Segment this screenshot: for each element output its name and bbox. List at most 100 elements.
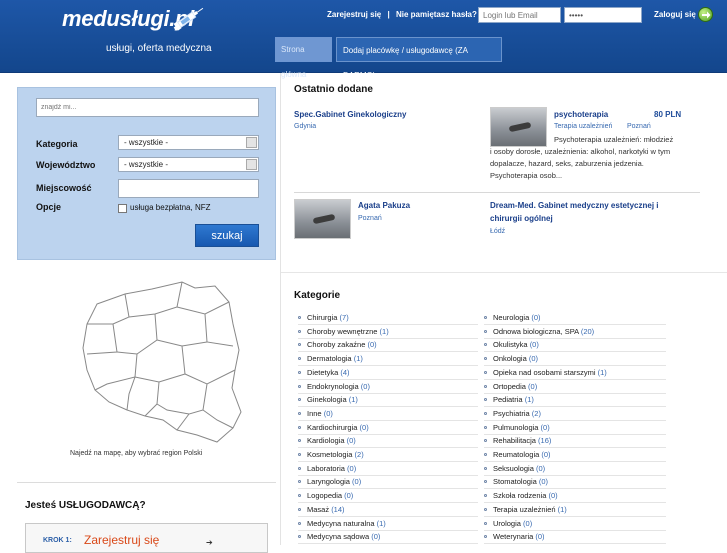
row-divider xyxy=(484,337,666,339)
category-item[interactable]: Kosmetologia (2) xyxy=(298,450,364,459)
category-item[interactable]: Kardiochirurgia (0) xyxy=(298,423,369,432)
bullet-icon xyxy=(298,494,301,498)
category-count: (0) xyxy=(367,340,377,350)
listing-title[interactable]: Agata Pakuza xyxy=(358,201,410,210)
category-name: Pulmunologia xyxy=(493,422,539,432)
category-item[interactable]: Rehabilitacja (16) xyxy=(484,436,551,445)
listing-title[interactable]: Spec.Gabinet Ginekologiczny xyxy=(294,110,406,119)
category-name: Ginekologia xyxy=(307,395,347,405)
category-item[interactable]: Medycyna naturalna (1) xyxy=(298,519,386,528)
listing-category[interactable]: Terapia uzależnień xyxy=(554,123,612,130)
province-select[interactable]: - wszystkie - xyxy=(118,157,259,172)
search-button[interactable]: szukaj xyxy=(195,224,259,247)
bullet-icon xyxy=(484,343,487,347)
category-count: (0) xyxy=(538,477,549,487)
city-input[interactable] xyxy=(118,179,259,198)
category-item[interactable]: Medycyna sądowa (0) xyxy=(298,532,380,541)
category-name: Kardiologia xyxy=(307,436,345,446)
category-select-value: - wszystkie - xyxy=(124,138,168,147)
register-link[interactable]: Zarejestruj się xyxy=(327,10,381,19)
category-item[interactable]: Terapia uzależnień (1) xyxy=(484,505,567,514)
category-item[interactable]: Pediatria (1) xyxy=(484,395,534,404)
listing-title[interactable]: psychoterapia xyxy=(554,110,608,119)
category-item[interactable]: Ortopedia (0) xyxy=(484,382,537,391)
category-item[interactable]: Reumatologia (0) xyxy=(484,450,551,459)
category-count: (0) xyxy=(531,313,541,322)
category-item[interactable]: Chirurgia (7) xyxy=(298,313,349,322)
category-name: Szkoła rodzenia xyxy=(493,491,547,501)
category-item[interactable]: Endokrynologia (0) xyxy=(298,382,370,391)
category-item[interactable]: Dietetyka (4) xyxy=(298,368,350,377)
category-item[interactable]: Psychiatria (2) xyxy=(484,409,541,418)
row-divider xyxy=(298,461,478,462)
category-item[interactable]: Weterynaria (0) xyxy=(484,532,545,541)
category-item[interactable]: Dermatologia (1) xyxy=(298,354,363,363)
listing-title[interactable]: Dream-Med. Gabinet medyczny estetycznej … xyxy=(490,201,659,210)
category-item[interactable]: Neurologia (0) xyxy=(484,313,541,322)
listing-price: 80 PLN xyxy=(654,110,682,119)
listing-thumbnail[interactable] xyxy=(490,107,547,147)
category-item[interactable]: Inne (0) xyxy=(298,409,333,418)
options-label: Opcje xyxy=(36,202,62,212)
listing-thumbnail[interactable] xyxy=(294,199,351,239)
category-count: (1) xyxy=(353,354,363,364)
row-divider xyxy=(484,502,666,504)
listing-location[interactable]: Poznań xyxy=(627,123,651,130)
category-count: (1) xyxy=(348,395,358,405)
category-item[interactable]: Okulistyka (0) xyxy=(484,340,539,349)
category-name: Laboratoria xyxy=(307,463,345,473)
row-divider xyxy=(484,488,666,490)
free-service-label: usługa bezpłatna, NFZ xyxy=(130,203,211,212)
category-item[interactable]: Logopedia (0) xyxy=(298,491,353,500)
row-divider xyxy=(484,378,666,380)
category-item[interactable]: Onkologia (0) xyxy=(484,354,538,363)
category-item[interactable]: Laryngologia (0) xyxy=(298,477,361,486)
forgot-password-link[interactable]: Nie pamiętasz hasła? xyxy=(396,10,477,19)
category-count: (0) xyxy=(359,422,369,432)
category-count: (0) xyxy=(548,491,558,501)
category-item[interactable]: Masaż (14) xyxy=(298,505,345,514)
category-count: (7) xyxy=(339,313,349,322)
category-item[interactable]: Choroby wewnętrzne (1) xyxy=(298,327,389,336)
category-count: (1) xyxy=(379,326,389,336)
login-button[interactable]: Zaloguj się xyxy=(654,10,696,19)
arrow-right-icon[interactable] xyxy=(698,7,713,22)
login-input[interactable] xyxy=(478,7,561,23)
category-item[interactable]: Szkoła rodzenia (0) xyxy=(484,491,558,500)
bullet-icon xyxy=(298,521,301,525)
category-item[interactable]: Laboratoria (0) xyxy=(298,464,356,473)
category-item[interactable]: Urologia (0) xyxy=(484,519,532,528)
listing-location[interactable]: Gdynia xyxy=(294,123,316,130)
category-name: Stomatologia xyxy=(493,477,537,487)
chevron-down-icon xyxy=(246,137,257,148)
row-divider xyxy=(484,365,666,367)
category-item[interactable]: Odnowa biologiczna, SPA (20) xyxy=(484,327,594,336)
search-input[interactable] xyxy=(36,98,259,117)
category-count: (0) xyxy=(523,518,533,528)
category-item[interactable]: Stomatologia (0) xyxy=(484,477,548,486)
category-name: Masaż xyxy=(307,504,330,514)
category-item[interactable]: Pulmunologia (0) xyxy=(484,423,550,432)
category-item[interactable]: Opieka nad osobami starszymi (1) xyxy=(484,368,607,377)
category-count: (0) xyxy=(347,463,357,473)
site-tagline: usługi, oferta medyczna xyxy=(106,43,212,54)
password-input[interactable] xyxy=(564,7,642,23)
listing-title-cont[interactable]: chirurgii ogólnej xyxy=(490,214,553,223)
category-select[interactable]: - wszystkie - xyxy=(118,135,259,150)
listing-location[interactable]: Poznań xyxy=(358,215,382,222)
tab-home[interactable]: Strona główna xyxy=(275,37,332,79)
bullet-icon xyxy=(484,439,487,443)
category-item[interactable]: Seksuologia (0) xyxy=(484,464,545,473)
category-count: (0) xyxy=(352,477,362,487)
category-item[interactable]: Choroby zakaźne (0) xyxy=(298,340,377,349)
tab-add-provider[interactable]: Dodaj placówkę / usługodawcę (ZA DARMO) xyxy=(336,37,502,80)
row-divider xyxy=(298,488,478,490)
category-item[interactable]: Kardiologia (0) xyxy=(298,436,356,445)
bullet-icon xyxy=(484,411,487,415)
free-service-checkbox[interactable] xyxy=(118,204,127,213)
category-item[interactable]: Ginekologia (1) xyxy=(298,395,358,404)
step-label: KROK 1: xyxy=(43,537,72,544)
row-divider xyxy=(298,543,478,545)
listing-location[interactable]: Łódź xyxy=(490,228,505,235)
poland-map[interactable] xyxy=(17,262,276,482)
